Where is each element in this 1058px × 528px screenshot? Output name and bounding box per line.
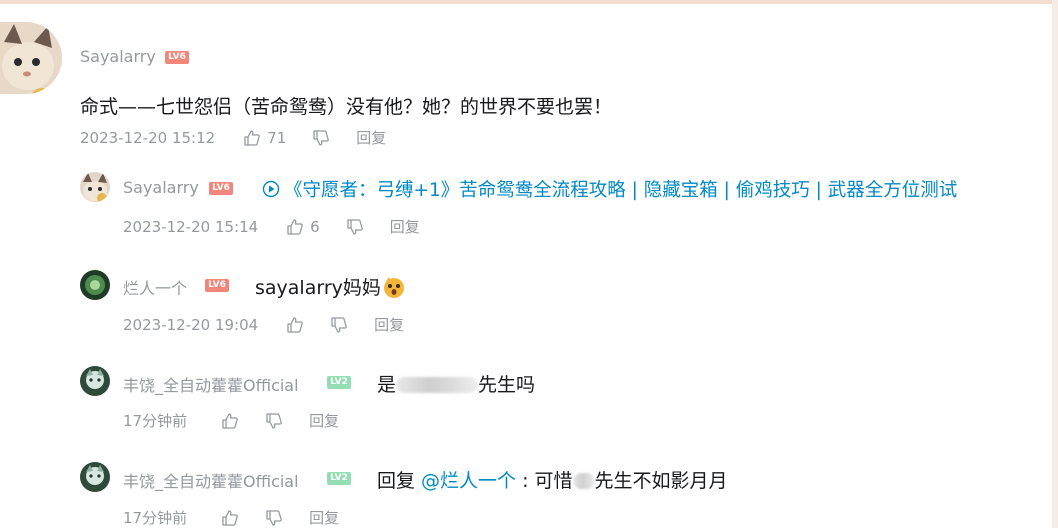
timestamp: 17分钟前 <box>123 509 188 527</box>
comment-text: 是 先生吗 <box>377 370 535 397</box>
reply-button[interactable]: 回复 <box>390 216 420 237</box>
timestamp: 2023-12-20 19:04 <box>123 315 259 334</box>
comment-text: sayalarry妈妈 <box>255 273 407 300</box>
comment-text-end: 先生吗 <box>478 374 536 396</box>
thumb-up-icon[interactable] <box>221 412 239 430</box>
level-badge: LV6 <box>209 182 233 195</box>
reply-button[interactable]: 回复 <box>356 127 386 148</box>
username[interactable]: Sayalarry <box>123 178 199 197</box>
top-border <box>0 0 1058 4</box>
video-link-text[interactable]: 《守愿者：弓缚+1》苦命鸳鸯全流程攻略 | 隐藏宝箱 | 偷鸡技巧 | 武器全方… <box>284 180 957 201</box>
like-count: 6 <box>310 217 320 236</box>
video-link[interactable]: 《守愿者：弓缚+1》苦命鸳鸯全流程攻略 | 隐藏宝箱 | 偷鸡技巧 | 武器全方… <box>262 176 957 202</box>
comment-meta: 17分钟前 回复 <box>123 410 339 431</box>
thumb-up-icon[interactable] <box>286 316 304 334</box>
thumb-up-icon[interactable] <box>221 509 239 527</box>
timestamp: 17分钟前 <box>123 412 188 430</box>
thumb-down-icon[interactable] <box>265 509 283 527</box>
timestamp: 2023-12-20 15:14 <box>123 217 259 236</box>
redacted-name <box>572 473 595 489</box>
shocked-emoji-icon <box>383 277 404 298</box>
level-badge: LV6 <box>205 279 229 292</box>
thumb-up-icon[interactable] <box>243 129 261 147</box>
username[interactable]: 烂人一个 <box>123 275 187 299</box>
username[interactable]: 丰饶_全自动藿藿Official <box>123 468 299 492</box>
thumb-up-icon[interactable] <box>286 218 304 236</box>
comment-text: 命式——七世怨侣（苦命鸳鸯）没有他？她？的世界不要也罢！ <box>80 96 613 118</box>
like-count: 71 <box>267 128 287 147</box>
level-badge: LV2 <box>327 472 351 485</box>
reply-button[interactable]: 回复 <box>309 410 339 431</box>
comment-meta: 2023-12-20 19:04 回复 <box>123 314 404 335</box>
comment-text-end: 先生不如影月月 <box>594 470 728 492</box>
right-border <box>1052 0 1058 528</box>
thumb-down-icon[interactable] <box>312 129 330 147</box>
reply-button[interactable]: 回复 <box>374 314 404 335</box>
reply-prefix: 回复 <box>377 470 422 492</box>
comment-meta: 2023-12-20 15:12 71 回复 <box>80 127 386 148</box>
redacted-name <box>396 377 479 393</box>
username[interactable]: Sayalarry <box>80 47 156 66</box>
username[interactable]: 丰饶_全自动藿藿Official <box>123 372 299 396</box>
comment-text-body: sayalarry妈妈 <box>255 277 381 299</box>
play-circle-icon <box>262 180 280 198</box>
avatar[interactable] <box>80 366 110 396</box>
reply-button[interactable]: 回复 <box>309 507 339 528</box>
thumb-down-icon[interactable] <box>265 412 283 430</box>
comment-meta: 2023-12-20 15:14 6 回复 <box>123 216 420 237</box>
comment-text-start: : 可惜 <box>516 470 573 492</box>
avatar[interactable] <box>80 462 110 492</box>
avatar[interactable] <box>80 172 110 202</box>
avatar[interactable] <box>80 270 110 300</box>
comment-meta: 17分钟前 回复 <box>123 507 339 528</box>
mention-link[interactable]: @烂人一个 <box>421 470 516 492</box>
avatar[interactable] <box>0 22 62 94</box>
comment-text-start: 是 <box>377 374 397 396</box>
level-badge: LV6 <box>165 51 189 64</box>
thumb-down-icon[interactable] <box>330 316 348 334</box>
thumb-down-icon[interactable] <box>346 218 364 236</box>
level-badge: LV2 <box>327 376 351 389</box>
comment-text: 回复 @烂人一个 : 可惜 先生不如影月月 <box>377 466 728 493</box>
timestamp: 2023-12-20 15:12 <box>80 128 216 147</box>
